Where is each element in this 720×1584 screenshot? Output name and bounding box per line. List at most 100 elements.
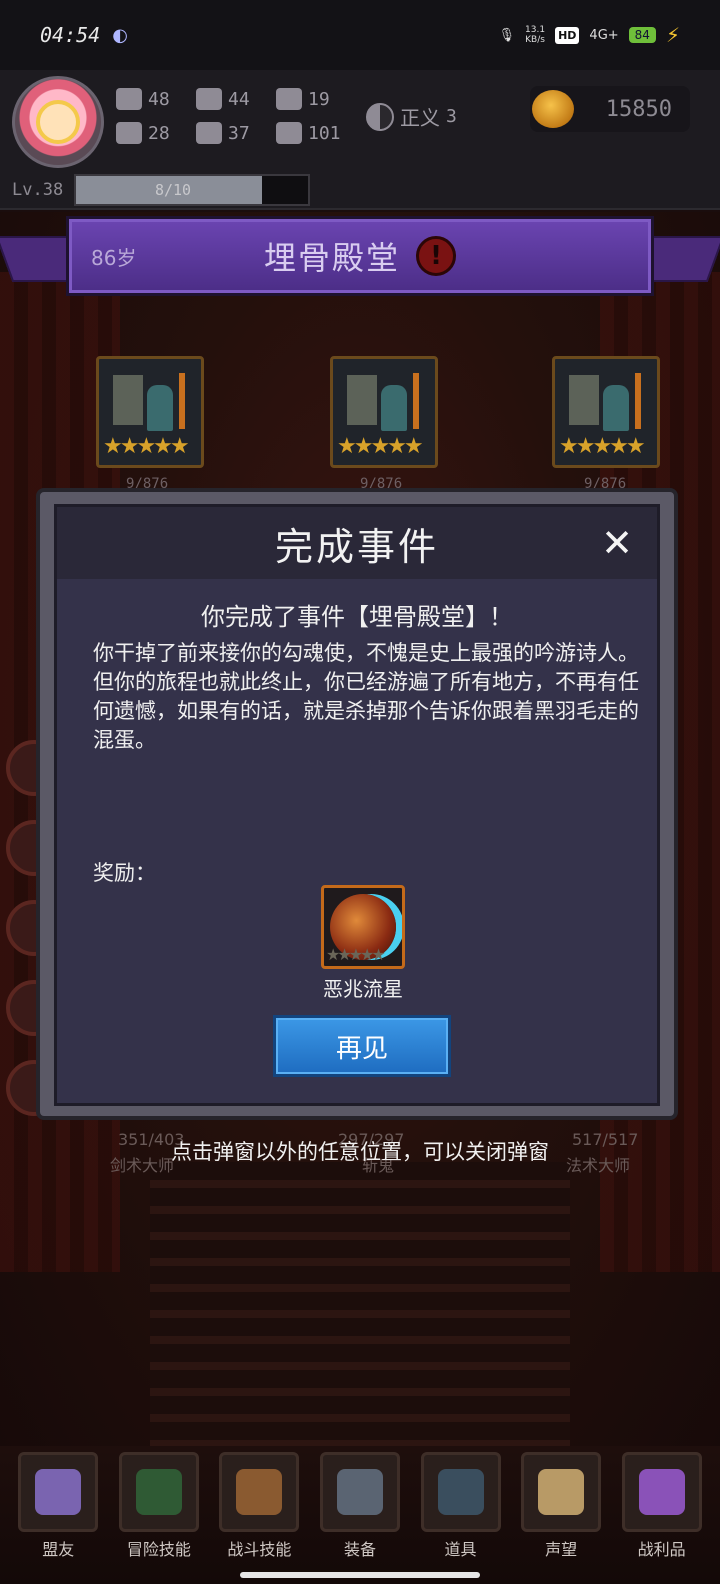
event-card[interactable]: ★★★★★ (96, 356, 204, 468)
staff-icon (179, 373, 185, 429)
nav-icon-frame (319, 1452, 400, 1532)
stat-agility: 44 (196, 88, 250, 110)
dialog-body: 完成事件 ✕ 你完成了事件【埋骨殿堂】！ 你干掉了前来接你的勾魂使，不愧是史上最… (54, 504, 660, 1106)
status-bar: 04:54 ◐ 🎙 13.1 KB/s HD 4G+ 84 ⚡ (0, 0, 720, 70)
network-speed: 13.1 KB/s (525, 25, 545, 45)
book-icon (135, 1469, 182, 1515)
nav-icon-frame (521, 1452, 602, 1532)
status-indicators: 🎙 13.1 KB/s HD 4G+ 84 ⚡ (499, 23, 680, 47)
reward-label: 奖励： (93, 861, 156, 885)
bottom-nav: 盟友 冒险技能 战斗技能 装备 道具 声望 战利品 (0, 1446, 720, 1584)
scroll-icon (35, 1469, 82, 1515)
nav-label: 道具 (444, 1540, 477, 1559)
nav-icon-frame (621, 1452, 702, 1532)
staff-icon (413, 373, 419, 429)
nav-label: 装备 (343, 1540, 376, 1559)
alignment-label: 正义 (400, 106, 440, 130)
warning-icon[interactable]: ! (416, 236, 456, 276)
backpack-icon (236, 1469, 283, 1515)
stat-defense: 37 (196, 122, 250, 144)
event-card[interactable]: ★★★★★ (330, 356, 438, 468)
stat-luck: 28 (116, 122, 170, 144)
stat-strength: 48 (116, 88, 170, 110)
xp-text: 8/10 (154, 181, 192, 199)
dialog-header: 完成事件 ✕ (57, 507, 657, 579)
nav-equipment[interactable]: 装备 (312, 1446, 408, 1584)
star-rating: ★★★★★ (337, 434, 424, 459)
coin-counter: 15850 (530, 86, 690, 132)
net-speed-value: 13.1 (525, 25, 546, 35)
event-complete-dialog: 完成事件 ✕ 你完成了事件【埋骨殿堂】！ 你干掉了前来接你的勾魂使，不愧是史上最… (36, 488, 678, 1120)
nav-label: 战利品 (637, 1540, 686, 1559)
reaper-icon (381, 385, 407, 431)
avatar[interactable] (12, 76, 104, 168)
reward-name: 恶兆流星 (323, 977, 403, 1001)
star-rating: ★★★★★ (559, 434, 646, 459)
stat-luck-value: 28 (148, 122, 170, 144)
star-rating: ★★★★★ (103, 434, 190, 459)
wizard-hat-icon (276, 88, 302, 110)
goodbye-button[interactable]: 再见 (273, 1015, 451, 1077)
stat-spirit: 101 (276, 122, 341, 144)
swords-icon (336, 1469, 383, 1515)
parchment-icon (538, 1469, 585, 1515)
stairs (150, 1162, 570, 1452)
fist-icon (116, 88, 142, 110)
player-age: 86岁 (91, 245, 137, 270)
dismiss-hint: 点击弹窗以外的任意位置，可以关闭弹窗 (171, 1140, 549, 1164)
nav-label: 战斗技能 (227, 1540, 292, 1559)
reaper-icon (147, 385, 173, 431)
boot-icon (196, 88, 222, 110)
nav-reputation[interactable]: 声望 (513, 1446, 609, 1584)
nav-icon-frame (118, 1452, 199, 1532)
microphone-icon: 🎙 (498, 27, 516, 43)
level-label: Lv.38 (12, 180, 64, 200)
alignment: 正义 3 (366, 102, 457, 131)
nav-icon-frame (18, 1452, 99, 1532)
network-type: 4G+ (589, 27, 619, 43)
tombstone-icon (569, 375, 599, 425)
nav-combat-skills[interactable]: 战斗技能 (211, 1446, 307, 1584)
location-title: 埋骨殿堂 (263, 239, 400, 277)
reward-star-rating: ★★★★★ (326, 945, 386, 964)
location-banner: 86岁 埋骨殿堂 ! (66, 216, 654, 296)
nav-icon-frame (420, 1452, 501, 1532)
stat-spirit-value: 101 (308, 122, 341, 144)
avatar-face (36, 100, 80, 144)
nav-label: 声望 (545, 1540, 578, 1559)
dialog-title: 完成事件 (274, 524, 439, 569)
battery-indicator: 84 (628, 27, 656, 43)
status-time: 04:54 (40, 23, 101, 47)
home-indicator[interactable] (240, 1572, 480, 1578)
dialog-subtitle: 你完成了事件【埋骨殿堂】！ (201, 603, 513, 631)
close-button[interactable]: ✕ (591, 517, 643, 569)
tombstone-icon (347, 375, 377, 425)
nav-loot[interactable]: 战利品 (614, 1446, 710, 1584)
dialog-message: 你干掉了前来接你的勾魂使，不愧是史上最强的吟游诗人。但你的旅程也就此终止，你已经… (93, 641, 639, 752)
alignment-value: 3 (446, 106, 457, 127)
hd-badge: HD (555, 26, 580, 44)
coin-icon (532, 90, 574, 128)
staff-icon (635, 373, 641, 429)
reaper-icon (603, 385, 629, 431)
charging-icon: ⚡ (665, 23, 680, 47)
clover-icon (116, 122, 142, 144)
nav-icon-frame (219, 1452, 300, 1532)
reward-item[interactable]: ★★★★★ (321, 885, 405, 969)
character-panel: 48 44 19 28 37 101 正义 3 15850 Lv.38 8/10 (0, 70, 720, 210)
sync-icon: ◐ (112, 24, 128, 46)
coin-value: 15850 (605, 96, 672, 122)
stat-magic-value: 19 (308, 88, 330, 110)
chest-icon (638, 1469, 685, 1515)
nav-allies[interactable]: 盟友 (10, 1446, 106, 1584)
nav-label: 冒险技能 (126, 1540, 191, 1559)
xp-bar: 8/10 (74, 174, 310, 206)
stat-agility-value: 44 (228, 88, 250, 110)
stat-strength-value: 48 (148, 88, 170, 110)
nav-items[interactable]: 道具 (413, 1446, 509, 1584)
pouch-icon (437, 1469, 484, 1515)
wings-icon (276, 122, 302, 144)
event-card[interactable]: ★★★★★ (552, 356, 660, 468)
nav-adventure-skills[interactable]: 冒险技能 (111, 1446, 207, 1584)
stat-defense-value: 37 (228, 122, 250, 144)
